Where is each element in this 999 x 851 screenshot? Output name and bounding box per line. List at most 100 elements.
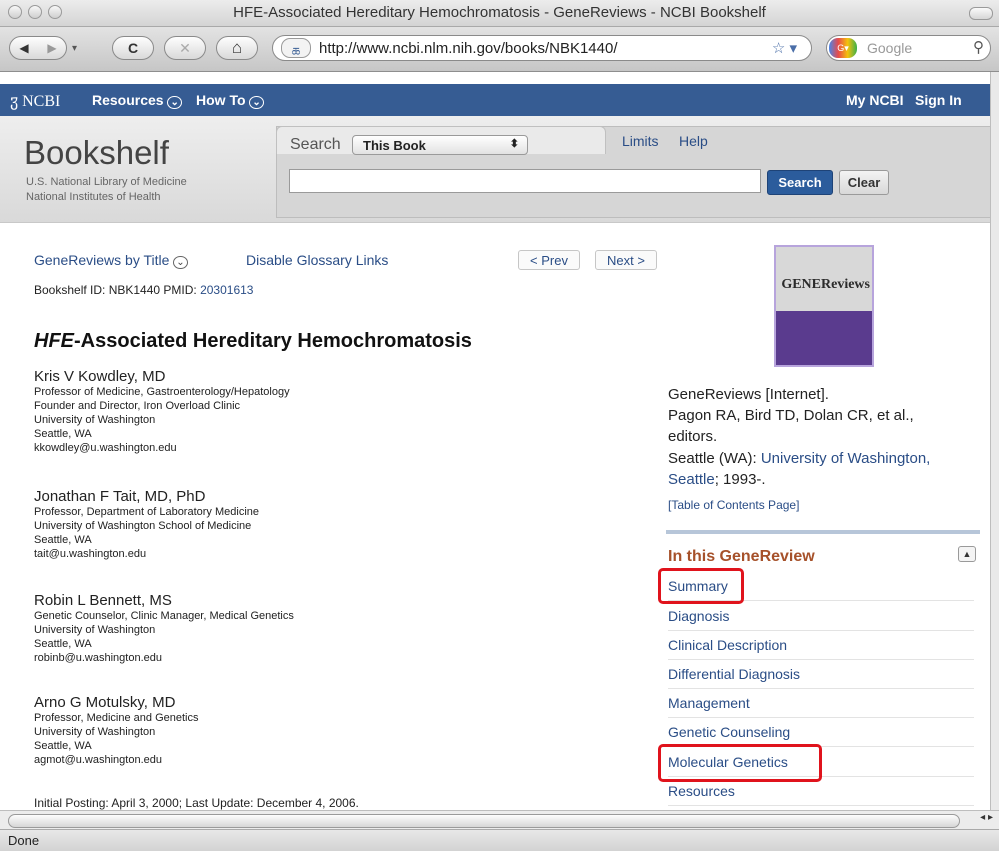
database-select-value: This Book (363, 138, 426, 153)
toc-page-link[interactable]: [Table of Contents Page] (668, 498, 799, 512)
my-ncbi-link[interactable]: My NCBI (846, 92, 904, 108)
toc-divider (666, 530, 980, 534)
help-link[interactable]: Help (679, 133, 708, 149)
toolbar-toggle-button[interactable] (969, 7, 993, 20)
genereviews-by-title-menu[interactable]: GeneReviews by Title ⌄ (34, 252, 188, 269)
howto-menu[interactable]: How To ⌄ (196, 92, 264, 109)
bookshelf-title[interactable]: Bookshelf (24, 134, 169, 172)
author-email-link[interactable]: robinb@u.washington.edu (34, 651, 634, 665)
history-dropdown-icon[interactable]: ▾ (72, 43, 77, 54)
book-publisher-cont: Seattle; 1993-. (668, 471, 766, 488)
web-search-box[interactable]: G▾ Google ⚲ (826, 35, 991, 61)
author-email-link[interactable]: tait@u.washington.edu (34, 547, 634, 561)
page-title: HFE-Associated Hereditary Hemochromatosi… (34, 330, 472, 353)
author-affiliation: Founder and Director, Iron Overload Clin… (34, 400, 241, 412)
scroll-arrows-icon[interactable]: ◂ ▸ (980, 812, 993, 823)
toc-item-clinical-description[interactable]: Clinical Description (668, 631, 974, 660)
author-email-link[interactable]: agmot@u.washington.edu (34, 753, 634, 767)
chevron-down-icon: ⌄ (173, 256, 188, 269)
home-button[interactable]: ⌂ (216, 36, 258, 60)
ncbi-logo[interactable]: ჳ NCBI (10, 91, 60, 111)
toc-item-management[interactable]: Management (668, 689, 974, 718)
author-affiliation: Professor, Department of Laboratory Medi… (34, 506, 260, 518)
genereviews-by-title-label: GeneReviews by Title (34, 252, 170, 268)
toc-item-genetic-counseling[interactable]: Genetic Counseling (668, 718, 974, 747)
status-bar: Done (0, 829, 999, 851)
resources-menu[interactable]: Resources ⌄ (92, 92, 182, 109)
collapse-up-icon[interactable]: ▲ (958, 546, 976, 562)
search-label: Search (290, 136, 341, 153)
ncbi-nav-bar: ჳ NCBI Resources ⌄ How To ⌄ My NCBI Sign… (0, 84, 990, 116)
author-affiliation: Seattle, WA (34, 428, 92, 440)
status-text: Done (8, 833, 40, 848)
horizontal-scroll-thumb[interactable] (8, 814, 960, 828)
search-button[interactable]: Search (767, 170, 833, 195)
ncbi-logo-text: NCBI (22, 93, 61, 110)
author-name: Robin L Bennett, MS (34, 592, 172, 609)
horizontal-scrollbar[interactable]: ◂ ▸ (0, 810, 999, 830)
web-search-placeholder: Google (867, 40, 913, 56)
publisher-link[interactable]: University of Washington, (761, 450, 931, 467)
book-cover-image[interactable]: GENEReviews (774, 245, 874, 367)
author-name: Jonathan F Tait, MD, PhD (34, 488, 206, 505)
author-affiliation: Seattle, WA (34, 534, 92, 546)
author-affiliation: Seattle, WA (34, 638, 92, 650)
bookshelf-id: Bookshelf ID: NBK1440 PMID: 20301613 (34, 283, 253, 297)
book-editors: Pagon RA, Bird TD, Dolan CR, et al., (668, 407, 914, 424)
home-icon: ⌂ (231, 38, 243, 57)
bookshelf-id-text: Bookshelf ID: NBK1440 PMID: (34, 283, 201, 297)
forward-arrow-icon[interactable]: ▶ (47, 41, 56, 55)
cover-band (776, 311, 872, 365)
pmid-link[interactable]: 20301613 (200, 283, 253, 297)
author-affiliation: Genetic Counselor, Clinic Manager, Medic… (34, 610, 294, 622)
resources-label: Resources (92, 92, 164, 108)
clear-button[interactable]: Clear (839, 170, 889, 195)
author-block: Jonathan F Tait, MD, PhD Professor, Depa… (34, 488, 634, 561)
author-block: Robin L Bennett, MS Genetic Counselor, C… (34, 592, 634, 665)
book-publisher: Seattle (WA): University of Washington, (668, 450, 930, 467)
site-favicon-icon: ཆ (281, 38, 311, 59)
disable-glossary-link[interactable]: Disable Glossary Links (246, 252, 388, 268)
url-bar[interactable]: ཆ http://www.ncbi.nlm.nih.gov/books/NBK1… (272, 35, 812, 61)
book-editors-label: editors. (668, 428, 718, 445)
toc-heading: In this GeneReview (668, 548, 815, 565)
author-block: Arno G Motulsky, MD Professor, Medicine … (34, 694, 634, 767)
database-select[interactable]: This Book ⬍ (352, 135, 528, 155)
nih-subtitle: National Institutes of Health (26, 191, 161, 203)
magnifier-icon[interactable]: ⚲ (973, 38, 984, 56)
howto-label: How To (196, 92, 246, 108)
reload-icon: C (127, 40, 139, 56)
publication-years: ; 1993-. (714, 471, 766, 488)
publisher-link-cont[interactable]: Seattle (668, 471, 715, 488)
next-button[interactable]: Next > (595, 250, 657, 270)
author-email-link[interactable]: kkowdley@u.washington.edu (34, 441, 634, 455)
toc-item-differential-diagnosis[interactable]: Differential Diagnosis (668, 660, 974, 689)
molecular-genetics-highlight-box (658, 744, 822, 782)
author-name: Kris V Kowdley, MD (34, 368, 166, 385)
posting-dates: Initial Posting: April 3, 2000; Last Upd… (34, 796, 359, 810)
vertical-scrollbar[interactable] (990, 72, 999, 810)
author-affiliation: Seattle, WA (34, 740, 92, 752)
reload-button[interactable]: C (112, 36, 154, 60)
url-text[interactable]: http://www.ncbi.nlm.nih.gov/books/NBK144… (319, 40, 618, 57)
window-title: HFE-Associated Hereditary Hemochromatosi… (233, 4, 766, 21)
toc-item-diagnosis[interactable]: Diagnosis (668, 602, 974, 631)
window-titlebar: HFE-Associated Hereditary Hemochromatosi… (0, 0, 999, 27)
prev-button[interactable]: < Prev (518, 250, 580, 270)
stop-button[interactable]: ✕ (164, 36, 206, 60)
author-affiliation: University of Washington (34, 726, 156, 738)
author-affiliation: University of Washington School of Medic… (34, 520, 252, 532)
summary-highlight-box (658, 568, 744, 604)
limits-link[interactable]: Limits (622, 133, 659, 149)
browser-toolbar: ◀ ▶ ▾ C ✕ ⌂ ཆ http://www.ncbi.nlm.nih.go… (0, 27, 999, 72)
author-affiliation: Professor of Medicine, Gastroenterology/… (34, 386, 290, 398)
author-affiliation: University of Washington (34, 624, 156, 636)
google-logo-icon[interactable]: G▾ (829, 38, 857, 58)
back-arrow-icon[interactable]: ◀ (19, 41, 28, 55)
page-title-gene: HFE (34, 330, 74, 352)
howto-chevron-icon: ⌄ (249, 96, 264, 109)
sign-in-link[interactable]: Sign In (915, 92, 962, 108)
bookmark-star-icon[interactable]: ☆ ▾ (772, 39, 797, 57)
bookshelf-search-input[interactable] (289, 169, 761, 193)
publisher-place: Seattle (WA): (668, 450, 761, 467)
